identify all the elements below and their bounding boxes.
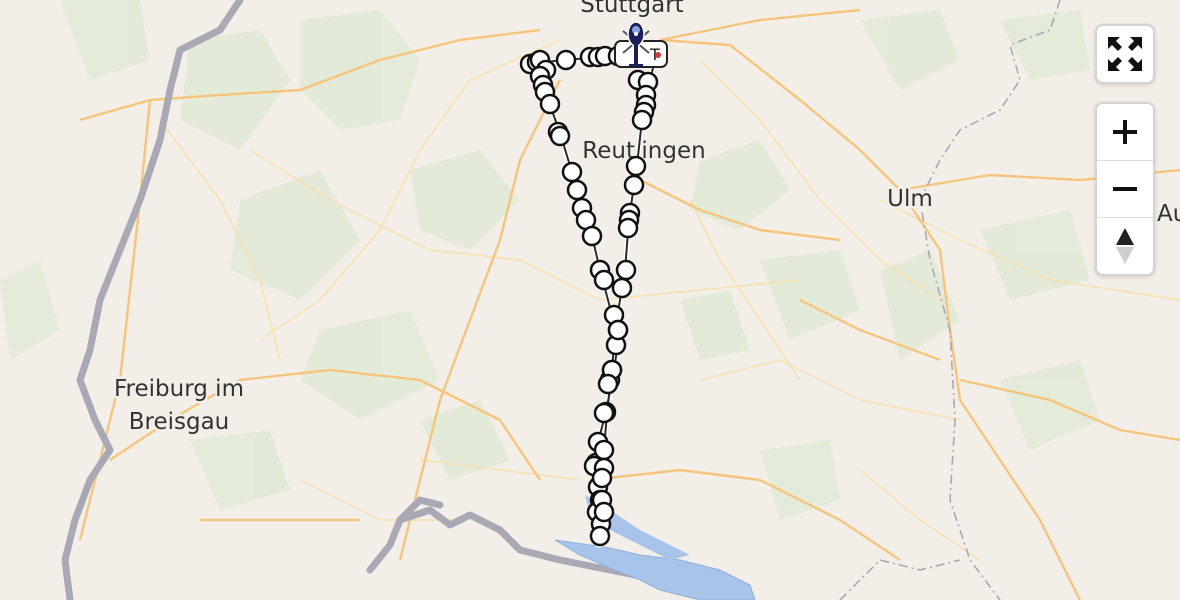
fullscreen-button[interactable] [1097,26,1153,82]
start-marker[interactable]: T [614,40,668,68]
waypoint-marker[interactable] [581,225,603,247]
waypoint-marker[interactable] [566,179,588,201]
waypoint-marker[interactable] [589,525,611,547]
waypoint-marker[interactable] [561,161,583,183]
zoom-control [1095,102,1155,276]
city-label-stuttgart: Stuttgart [580,0,683,18]
fullscreen-control [1095,24,1155,84]
zoom-in-button[interactable] [1097,104,1153,160]
compass-icon [1116,228,1134,264]
waypoint-marker[interactable] [593,501,615,523]
plus-icon [1113,120,1137,144]
waypoint-marker[interactable] [607,319,629,341]
waypoint-marker[interactable] [611,277,633,299]
city-label-ulm: Ulm [887,186,933,212]
map-canvas[interactable]: Stuttgart Reutlingen Ulm Au Freiburg im … [0,0,1180,600]
compass-button[interactable] [1097,218,1153,274]
waypoint-marker[interactable] [593,439,615,461]
fullscreen-icon [1108,37,1142,71]
waypoint-marker[interactable] [591,467,613,489]
minus-icon [1113,187,1137,191]
waypoint-marker[interactable] [549,125,571,147]
city-label-freiburg-line2: Breisgau [129,409,230,435]
waypoint-marker[interactable] [631,109,653,131]
city-label-freiburg-line1: Freiburg im [114,376,244,402]
city-label-augsburg: Au [1157,201,1180,227]
waypoint-marker[interactable] [555,49,577,71]
waypoint-marker[interactable] [593,269,615,291]
waypoint-marker[interactable] [597,373,619,395]
waypoint-marker[interactable] [623,174,645,196]
waypoint-marker[interactable] [593,402,615,424]
waypoint-marker[interactable] [539,93,561,115]
waypoint-marker[interactable] [615,259,637,281]
waypoint-marker[interactable] [617,217,639,239]
zoom-out-button[interactable] [1097,161,1153,217]
waypoint-marker[interactable] [625,155,647,177]
